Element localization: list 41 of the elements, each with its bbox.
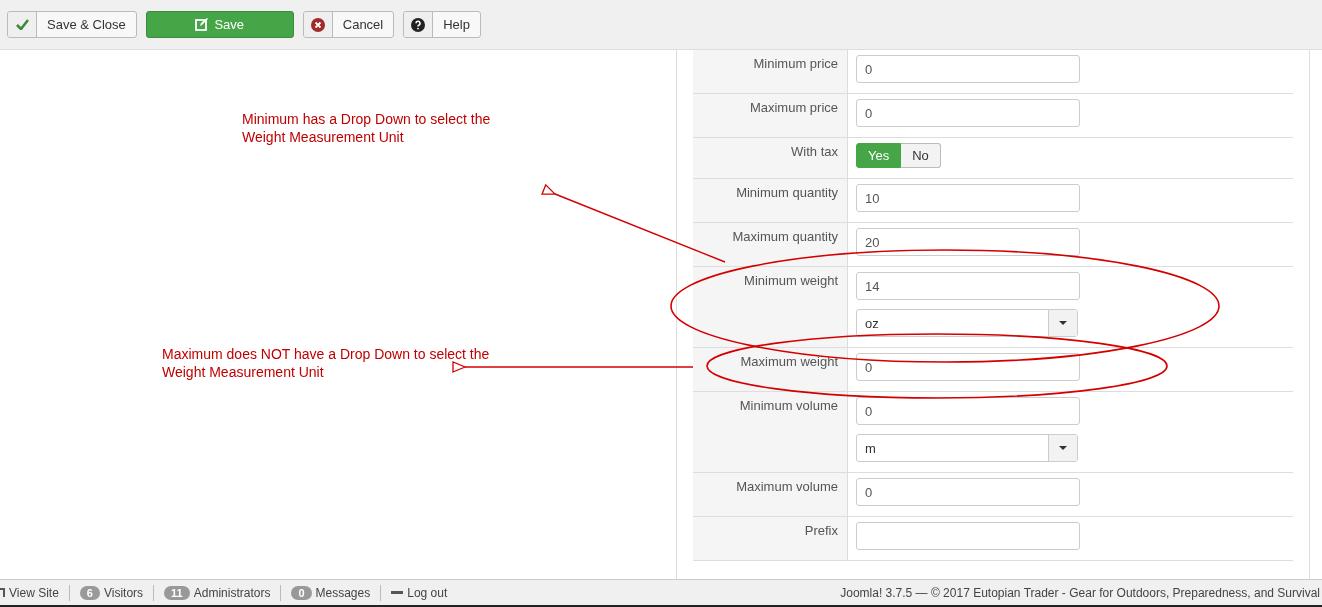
status-link[interactable]: Log out [391, 585, 448, 600]
text-field[interactable]: 0 [856, 99, 1080, 127]
caret-icon [1059, 446, 1067, 450]
check-icon [15, 19, 29, 30]
toolbar-button[interactable]: Help [403, 11, 481, 38]
field-label: Maximum volume [693, 473, 848, 516]
text-field[interactable]: 0 [856, 353, 1080, 381]
text-field[interactable]: 0 [856, 55, 1080, 83]
field-label: Minimum volume [693, 392, 848, 472]
unit-dropdown[interactable]: oz [856, 309, 1078, 337]
toggle-option[interactable]: No [901, 143, 941, 168]
status-link[interactable]: View Site [0, 585, 59, 600]
external-link-icon [0, 588, 5, 597]
help-icon [411, 17, 426, 32]
text-field[interactable]: 0 [856, 478, 1080, 506]
status-link[interactable]: 6 Visitors [79, 585, 144, 600]
text-field[interactable]: 0 [856, 397, 1080, 425]
field-label: Maximum weight [693, 348, 848, 391]
caret-icon [1059, 321, 1067, 325]
status-link[interactable]: 0 Messages [291, 585, 371, 600]
field-label: Minimum price [693, 50, 848, 93]
edit-icon [195, 18, 209, 31]
field-label: Maximum quantity [693, 223, 848, 266]
copyright-text: Joomla! 3.7.5 — © 2017 Eutopian Trader - Gear for Outdoors, Preparedness, and Survival [840, 585, 1320, 600]
annotation-note: Minimum has a Drop Down to select the Weight Measurement Unit [242, 110, 492, 146]
unit-dropdown[interactable]: m [856, 434, 1078, 462]
toolbar-button[interactable]: Cancel [302, 11, 395, 38]
cancel-icon [310, 17, 325, 32]
field-label: With tax [693, 138, 848, 178]
status-link[interactable]: 11 Administrators [164, 585, 271, 600]
field-label: Maximum price [693, 94, 848, 137]
field-label: Minimum quantity [693, 179, 848, 222]
text-field[interactable]: 20 [856, 228, 1080, 256]
text-field[interactable]: 10 [856, 184, 1080, 212]
minus-icon [391, 591, 404, 594]
field-label: Minimum weight [693, 267, 848, 347]
text-field[interactable] [856, 522, 1080, 550]
annotation-note: Maximum does NOT have a Drop Down to select the Weight Measurement Unit [162, 345, 491, 381]
toolbar-button[interactable]: Save & Close [7, 11, 137, 38]
text-field[interactable]: 14 [856, 272, 1080, 300]
field-label: Prefix [693, 517, 848, 560]
